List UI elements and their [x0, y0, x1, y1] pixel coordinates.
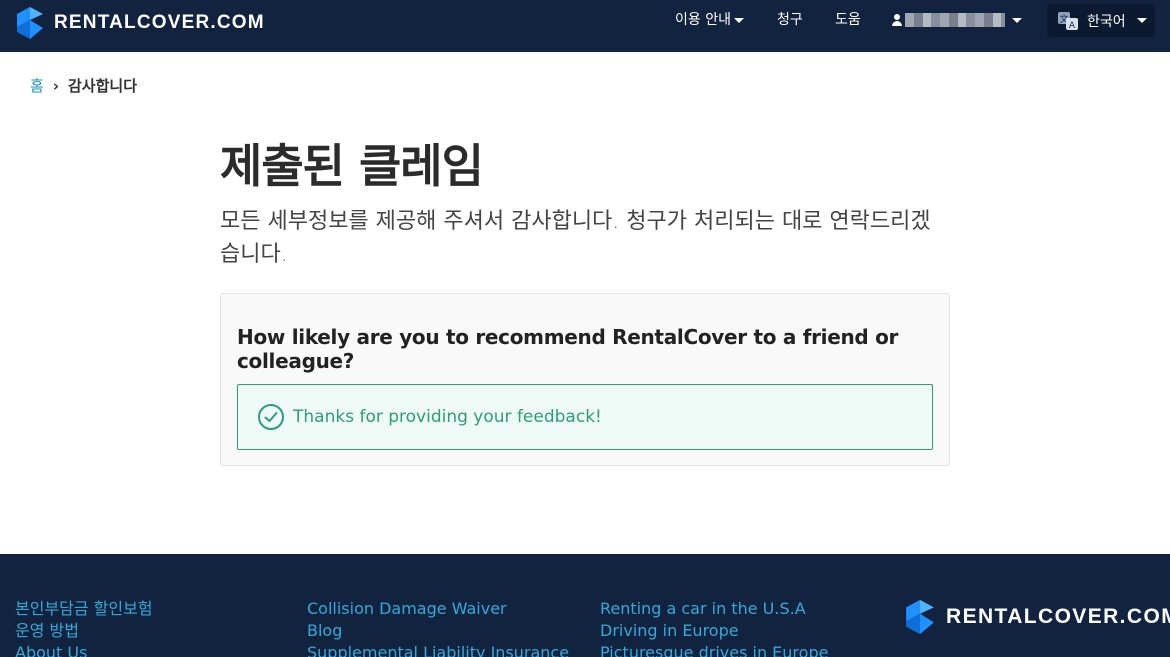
language-selector[interactable]: 文 A 한국어	[1047, 4, 1155, 37]
rentalcover-logo-icon	[906, 599, 934, 635]
footer-column-3: Renting a car in the U.S.A Driving in Eu…	[600, 598, 828, 657]
footer-brand-logo[interactable]: RENTALCOVER.COM	[904, 598, 1170, 636]
caret-down-icon	[733, 17, 744, 23]
footer-column-1: 본인부담금 할인보험 운영 방법 About Us	[15, 598, 153, 657]
check-circle-icon	[258, 404, 284, 430]
caret-down-icon	[1012, 17, 1022, 23]
footer-link[interactable]: Blog	[307, 620, 569, 642]
page-title: 제출된 클레임	[220, 139, 484, 193]
footer-column-2: Collision Damage Waiver Blog Supplementa…	[307, 598, 569, 657]
user-name-redacted	[905, 13, 1005, 27]
user-account-dropdown[interactable]	[891, 0, 1022, 40]
rentalcover-logo-icon	[17, 7, 43, 39]
footer-link[interactable]: About Us	[15, 642, 153, 657]
breadcrumb-home-link[interactable]: 홈	[30, 75, 44, 96]
footer-brand-name: RENTALCOVER.COM	[946, 605, 1170, 628]
user-icon	[891, 13, 903, 27]
breadcrumb: 홈 › 감사합니다	[30, 75, 137, 96]
language-label: 한국어	[1087, 13, 1126, 30]
translate-icon: 文 A	[1058, 11, 1078, 31]
feedback-success-alert: Thanks for providing your feedback!	[237, 384, 933, 450]
footer-link[interactable]: Driving in Europe	[600, 620, 828, 642]
feedback-success-message: Thanks for providing your feedback!	[293, 407, 602, 427]
site-footer: 본인부담금 할인보험 운영 방법 About Us Collision Dama…	[0, 554, 1170, 657]
svg-text:A: A	[1069, 21, 1076, 31]
nav-claims[interactable]: 청구	[777, 0, 803, 40]
footer-link[interactable]: Picturesque drives in Europe	[600, 642, 828, 657]
nav-guide-label: 이용 안내	[675, 12, 731, 28]
brand-logo[interactable]: RENTALCOVER.COM	[15, 6, 265, 40]
brand-name: RENTALCOVER.COM	[54, 12, 265, 33]
footer-link[interactable]: 운영 방법	[15, 620, 153, 642]
page-subtitle: 모든 세부정보를 제공해 주셔서 감사합니다. 청구가 처리되는 대로 연락드리…	[220, 209, 931, 267]
footer-link[interactable]: Collision Damage Waiver	[307, 598, 569, 620]
breadcrumb-current: 감사합니다	[68, 77, 138, 95]
footer-link[interactable]: Renting a car in the U.S.A	[600, 598, 828, 620]
top-navbar: RENTALCOVER.COM 이용 안내 청구 도움 文 A 한국어	[0, 0, 1170, 52]
survey-card: How likely are you to recommend RentalCo…	[220, 293, 950, 466]
footer-link[interactable]: Supplemental Liability Insurance	[307, 642, 569, 657]
footer-link[interactable]: 본인부담금 할인보험	[15, 598, 153, 620]
survey-question: How likely are you to recommend RentalCo…	[237, 325, 899, 373]
nav-guide-dropdown[interactable]: 이용 안내	[675, 0, 744, 40]
caret-down-icon	[1136, 18, 1147, 23]
breadcrumb-separator: ›	[52, 76, 59, 95]
nav-help[interactable]: 도움	[835, 0, 861, 40]
